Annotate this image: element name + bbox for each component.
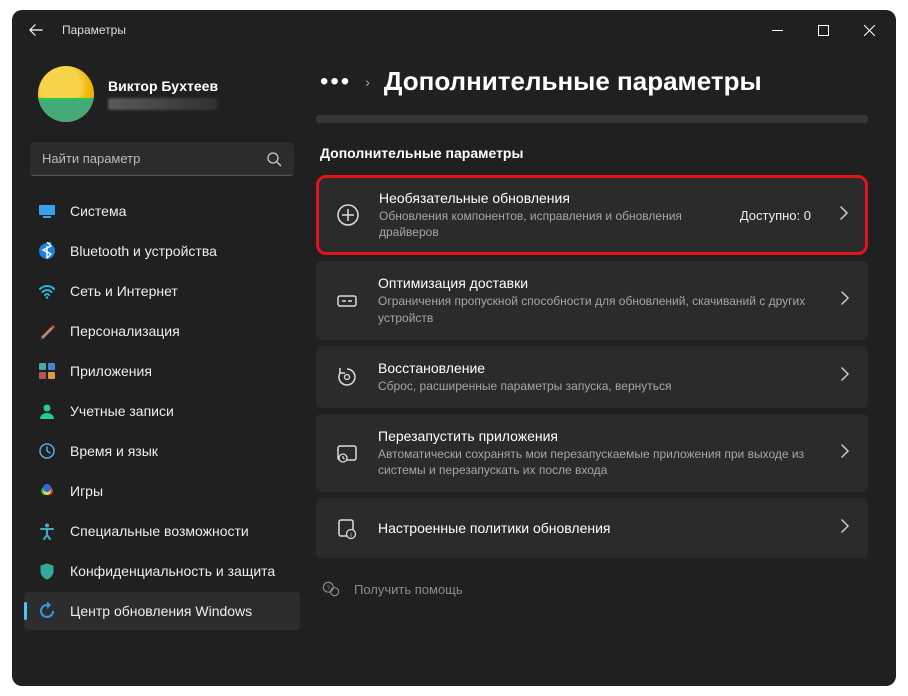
sidebar-item-5[interactable]: Учетные записи bbox=[24, 392, 300, 430]
sidebar-item-0[interactable]: Система bbox=[24, 192, 300, 230]
sidebar-item-10[interactable]: Центр обновления Windows bbox=[24, 592, 300, 630]
chevron-right-icon: › bbox=[365, 74, 370, 90]
close-button[interactable] bbox=[846, 10, 892, 50]
help-icon: ? bbox=[322, 580, 340, 598]
sidebar-item-label: Специальные возможности bbox=[70, 523, 249, 539]
main-content: ••• › Дополнительные параметры Дополните… bbox=[312, 50, 896, 686]
sidebar-item-label: Игры bbox=[70, 483, 103, 499]
progress-strip bbox=[316, 115, 868, 123]
settings-card-4[interactable]: i Настроенные политики обновления bbox=[316, 498, 868, 558]
card-body: Перезапустить приложения Автоматически с… bbox=[378, 428, 812, 478]
settings-card-2[interactable]: Восстановление Сброс, расширенные параме… bbox=[316, 346, 868, 408]
personalize-icon bbox=[38, 322, 56, 340]
chevron-right-icon bbox=[840, 519, 850, 538]
sidebar-item-label: Центр обновления Windows bbox=[70, 603, 252, 619]
minimize-button[interactable] bbox=[754, 10, 800, 50]
sidebar-item-label: Bluetooth и устройства bbox=[70, 243, 217, 259]
get-help-link[interactable]: ? Получить помощь bbox=[316, 564, 868, 614]
window-title: Параметры bbox=[62, 23, 126, 37]
sidebar-item-label: Учетные записи bbox=[70, 403, 174, 419]
card-title: Настроенные политики обновления bbox=[378, 520, 812, 536]
sidebar-item-6[interactable]: Время и язык bbox=[24, 432, 300, 470]
avatar bbox=[38, 66, 94, 122]
sidebar-item-label: Конфиденциальность и защита bbox=[70, 563, 275, 579]
settings-card-3[interactable]: Перезапустить приложения Автоматически с… bbox=[316, 414, 868, 492]
svg-text:i: i bbox=[350, 533, 351, 539]
sidebar-item-1[interactable]: Bluetooth и устройства bbox=[24, 232, 300, 270]
time-icon bbox=[38, 442, 56, 460]
card-body: Оптимизация доставки Ограничения пропуск… bbox=[378, 275, 812, 325]
arrow-left-icon bbox=[29, 23, 43, 37]
sidebar-item-2[interactable]: Сеть и Интернет bbox=[24, 272, 300, 310]
card-title: Необязательные обновления bbox=[379, 190, 722, 206]
sidebar-item-label: Приложения bbox=[70, 363, 152, 379]
plus-icon bbox=[335, 202, 361, 228]
card-title: Восстановление bbox=[378, 360, 812, 376]
back-button[interactable] bbox=[16, 10, 56, 50]
sidebar-item-label: Система bbox=[70, 203, 126, 219]
search-icon bbox=[266, 151, 282, 167]
card-body: Восстановление Сброс, расширенные параме… bbox=[378, 360, 812, 394]
card-body: Настроенные политики обновления bbox=[378, 520, 812, 536]
card-title: Оптимизация доставки bbox=[378, 275, 812, 291]
sidebar-item-label: Сеть и Интернет bbox=[70, 283, 178, 299]
card-subtitle: Автоматически сохранять мои перезапускае… bbox=[378, 446, 812, 478]
restart-icon bbox=[334, 440, 360, 466]
card-subtitle: Ограничения пропускной способности для о… bbox=[378, 293, 812, 325]
profile-block[interactable]: Виктор Бухтеев bbox=[20, 52, 304, 140]
delivery-icon bbox=[334, 288, 360, 314]
maximize-icon bbox=[818, 25, 829, 36]
card-right-text: Доступно: 0 bbox=[740, 208, 811, 223]
chevron-right-icon bbox=[840, 367, 850, 386]
recovery-icon bbox=[334, 364, 360, 390]
settings-card-0[interactable]: Необязательные обновления Обновления ком… bbox=[316, 175, 868, 255]
sidebar-item-3[interactable]: Персонализация bbox=[24, 312, 300, 350]
sidebar-item-7[interactable]: Игры bbox=[24, 472, 300, 510]
sidebar-item-label: Персонализация bbox=[70, 323, 180, 339]
card-body: Необязательные обновления Обновления ком… bbox=[379, 190, 722, 240]
bluetooth-icon bbox=[38, 242, 56, 260]
policy-icon: i bbox=[334, 515, 360, 541]
help-label: Получить помощь bbox=[354, 582, 463, 597]
chevron-right-icon bbox=[839, 206, 849, 225]
settings-window: Параметры Виктор Бухтеев Система Bluetoot… bbox=[12, 10, 896, 686]
window-controls bbox=[754, 10, 892, 50]
system-icon bbox=[38, 202, 56, 220]
accessibility-icon bbox=[38, 522, 56, 540]
settings-card-1[interactable]: Оптимизация доставки Ограничения пропуск… bbox=[316, 261, 868, 339]
accounts-icon bbox=[38, 402, 56, 420]
sidebar-item-8[interactable]: Специальные возможности bbox=[24, 512, 300, 550]
sidebar-item-label: Время и язык bbox=[70, 443, 158, 459]
titlebar: Параметры bbox=[12, 10, 896, 50]
svg-text:?: ? bbox=[327, 585, 331, 592]
apps-icon bbox=[38, 362, 56, 380]
minimize-icon bbox=[772, 25, 783, 36]
wifi-icon bbox=[38, 282, 56, 300]
card-subtitle: Сброс, расширенные параметры запуска, ве… bbox=[378, 378, 812, 394]
chevron-right-icon bbox=[840, 444, 850, 463]
sidebar: Виктор Бухтеев Система Bluetooth и устрой… bbox=[12, 50, 312, 686]
page-title: Дополнительные параметры bbox=[384, 66, 762, 97]
sidebar-item-9[interactable]: Конфиденциальность и защита bbox=[24, 552, 300, 590]
update-icon bbox=[38, 602, 56, 620]
games-icon bbox=[38, 482, 56, 500]
breadcrumb: ••• › Дополнительные параметры bbox=[316, 50, 868, 101]
search-box[interactable] bbox=[30, 142, 294, 176]
search-input[interactable] bbox=[42, 151, 266, 166]
card-subtitle: Обновления компонентов, исправления и об… bbox=[379, 208, 722, 240]
card-title: Перезапустить приложения bbox=[378, 428, 812, 444]
nav-list: Система Bluetooth и устройства Сеть и Инте… bbox=[20, 192, 304, 630]
sidebar-item-4[interactable]: Приложения bbox=[24, 352, 300, 390]
profile-email-redacted bbox=[108, 98, 218, 110]
profile-name: Виктор Бухтеев bbox=[108, 78, 218, 94]
close-icon bbox=[864, 25, 875, 36]
section-header: Дополнительные параметры bbox=[316, 145, 868, 161]
privacy-icon bbox=[38, 562, 56, 580]
chevron-right-icon bbox=[840, 291, 850, 310]
maximize-button[interactable] bbox=[800, 10, 846, 50]
